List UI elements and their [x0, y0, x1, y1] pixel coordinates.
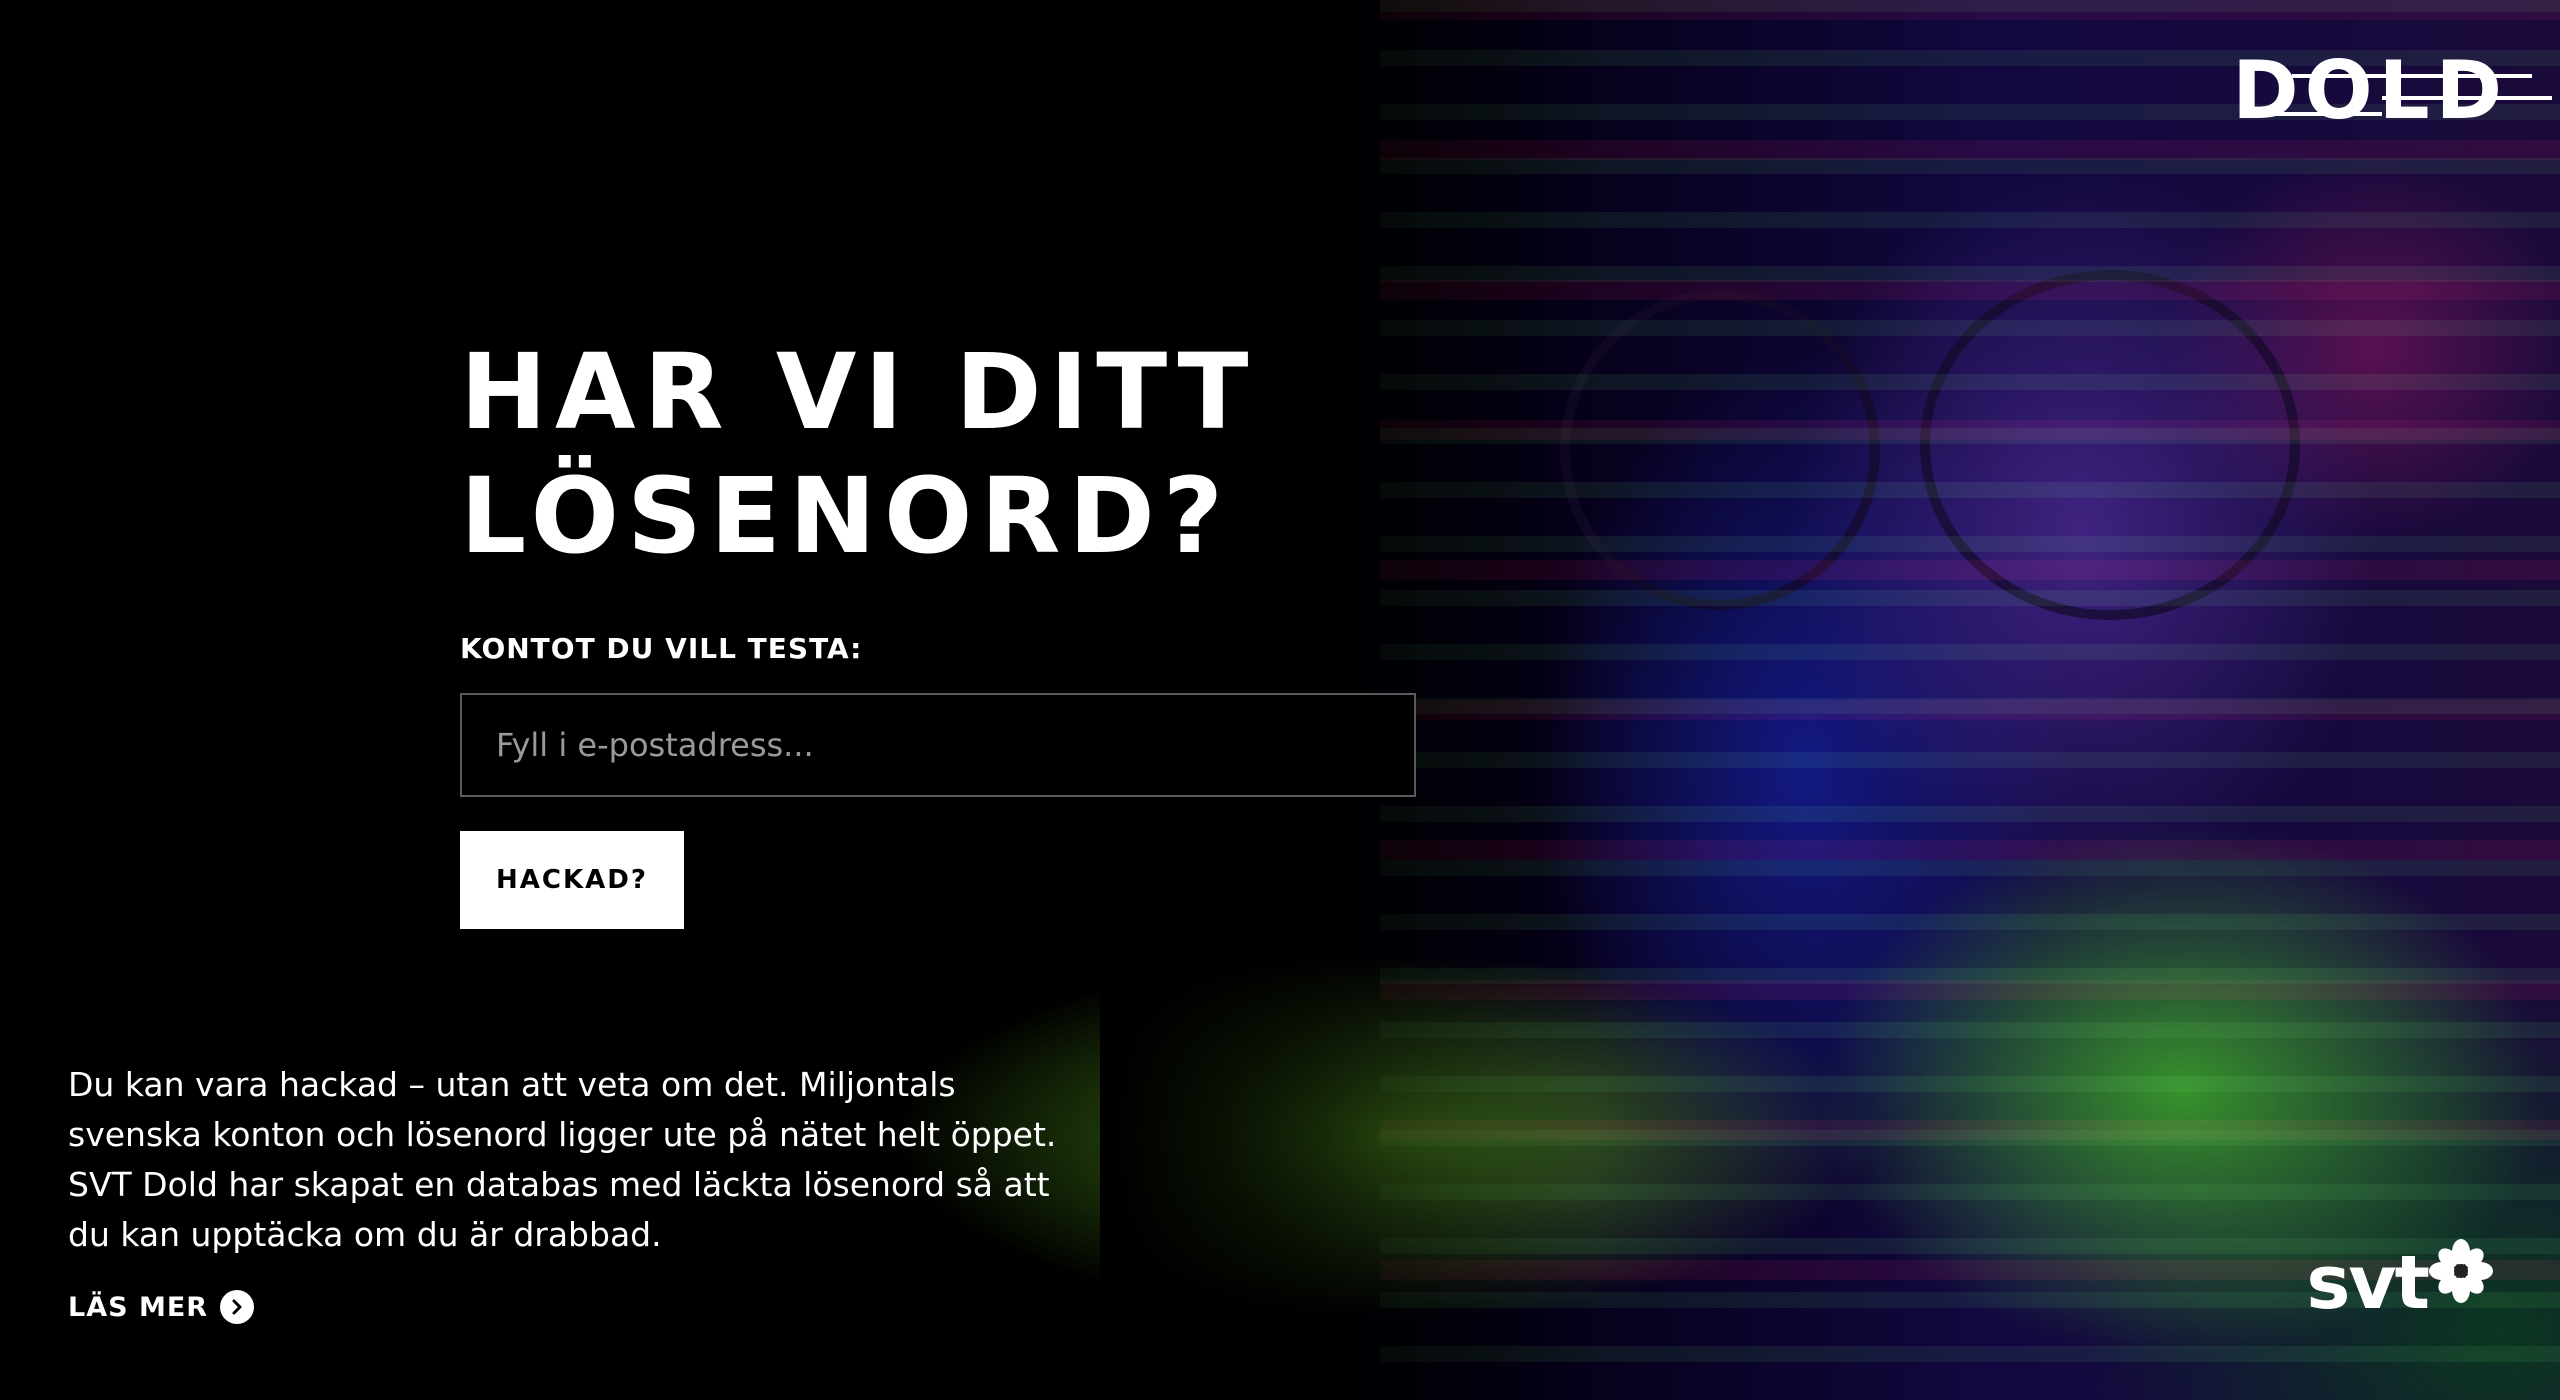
- password-check-form: HAR VI DITT LÖSENORD? KONTOT DU VILL TES…: [460, 330, 1420, 929]
- page-title-line-2: LÖSENORD?: [460, 455, 1232, 577]
- svt-logo[interactable]: svt: [2306, 1238, 2494, 1328]
- intro-text: Du kan vara hackad – utan att veta om de…: [68, 1065, 1057, 1254]
- hacked-check-button[interactable]: HACKAD?: [460, 831, 684, 929]
- page-title-line-1: HAR VI DITT: [460, 331, 1257, 453]
- page-title: HAR VI DITT LÖSENORD?: [460, 330, 1420, 578]
- read-more-link[interactable]: LÄS MER: [68, 1290, 255, 1324]
- dold-logo[interactable]: DOLD: [2232, 44, 2553, 137]
- email-field[interactable]: [460, 693, 1416, 797]
- read-more-label: LÄS MER: [68, 1291, 209, 1323]
- flower-star-icon: [2428, 1238, 2494, 1308]
- email-field-label: KONTOT DU VILL TESTA:: [460, 632, 863, 665]
- page: DOLD HAR VI DITT LÖSENORD? KONTOT DU VIL…: [0, 0, 2560, 1400]
- chevron-right-circle-icon: [220, 1290, 255, 1324]
- dold-logo-text: DOLD: [2232, 44, 2508, 137]
- svt-logo-text: svt: [2306, 1240, 2430, 1326]
